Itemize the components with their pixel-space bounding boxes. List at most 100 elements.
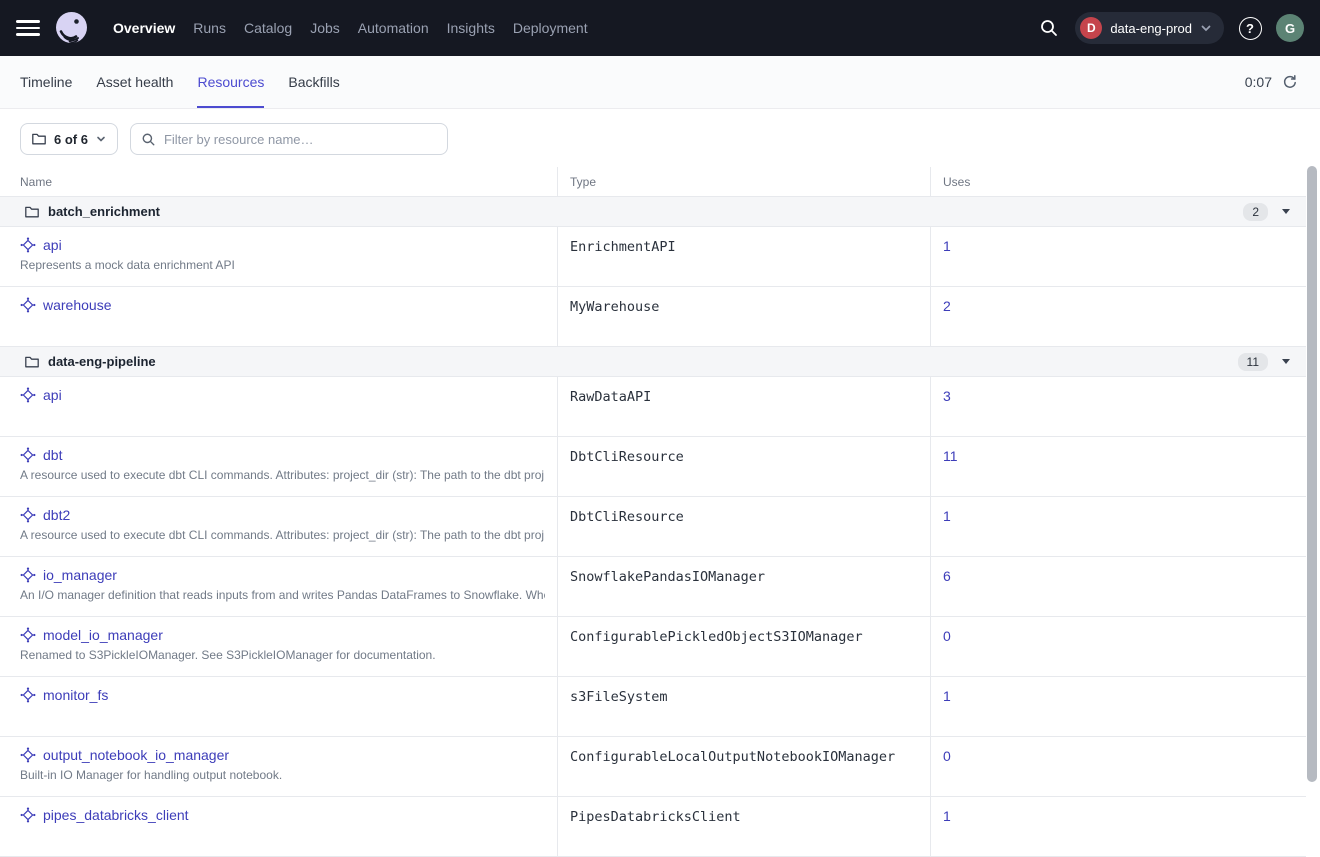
group-count-dropdown[interactable]: 6 of 6 xyxy=(20,123,118,155)
resource-table: Name Type Uses batch_enrichment2api Repre… xyxy=(0,167,1306,857)
uses-cell: 1 xyxy=(930,677,1306,736)
collapse-caret-icon[interactable] xyxy=(1282,209,1290,214)
uses-cell: 0 xyxy=(930,737,1306,796)
group-row-right: 2 xyxy=(1243,203,1290,221)
nav-item-deployment[interactable]: Deployment xyxy=(504,14,597,42)
resource-name-link[interactable]: monitor_fs xyxy=(43,687,108,703)
group-row-right: 11 xyxy=(1238,353,1290,371)
table-row: output_notebook_io_manager Built-in IO Ma… xyxy=(0,737,1306,797)
uses-cell: 6 xyxy=(930,557,1306,616)
resource-name-link[interactable]: output_notebook_io_manager xyxy=(43,747,229,763)
resource-icon xyxy=(20,627,36,643)
name-cell: output_notebook_io_manager Built-in IO Ma… xyxy=(0,737,557,796)
table-row: api RawDataAPI 3 xyxy=(0,377,1306,437)
resource-name-link[interactable]: io_manager xyxy=(43,567,117,583)
resource-type: ConfigurablePickledObjectS3IOManager xyxy=(570,629,863,645)
resource-type: RawDataAPI xyxy=(570,389,651,405)
resource-name-link[interactable]: api xyxy=(43,387,62,403)
resource-name-link[interactable]: warehouse xyxy=(43,297,112,313)
menu-icon[interactable] xyxy=(16,16,40,40)
type-cell: MyWarehouse xyxy=(557,287,930,346)
tab-timeline[interactable]: Timeline xyxy=(20,56,72,108)
resource-name-line: dbt xyxy=(20,447,545,463)
dagster-logo-icon[interactable] xyxy=(53,10,90,47)
uses-cell: 1 xyxy=(930,497,1306,556)
nav-item-insights[interactable]: Insights xyxy=(438,14,504,42)
user-avatar[interactable]: G xyxy=(1276,14,1304,42)
chevron-down-icon xyxy=(1200,22,1212,34)
table-row: pipes_databricks_client PipesDatabricksCl… xyxy=(0,797,1306,857)
uses-count-link[interactable]: 6 xyxy=(943,568,951,584)
uses-count-link[interactable]: 1 xyxy=(943,238,951,254)
resource-icon xyxy=(20,687,36,703)
resource-icon xyxy=(20,387,36,403)
nav-item-automation[interactable]: Automation xyxy=(349,14,438,42)
type-cell: ConfigurablePickledObjectS3IOManager xyxy=(557,617,930,676)
table-row: dbt2A resource used to execute dbt CLI c… xyxy=(0,497,1306,557)
column-header-name: Name xyxy=(0,167,557,196)
table-row: io_managerAn I/O manager definition that… xyxy=(0,557,1306,617)
resource-icon xyxy=(20,807,36,823)
name-cell: io_managerAn I/O manager definition that… xyxy=(0,557,557,616)
refresh-icon[interactable] xyxy=(1280,72,1300,92)
group-row[interactable]: data-eng-pipeline11 xyxy=(0,347,1306,377)
workspace-switcher[interactable]: D data-eng-prod xyxy=(1075,12,1224,44)
uses-count-link[interactable]: 1 xyxy=(943,508,951,524)
table-header: Name Type Uses xyxy=(0,167,1306,197)
type-cell: PipesDatabricksClient xyxy=(557,797,930,856)
resource-name-link[interactable]: model_io_manager xyxy=(43,627,163,643)
uses-count-link[interactable]: 0 xyxy=(943,628,951,644)
table-row: api Represents a mock data enrichment API… xyxy=(0,227,1306,287)
refresh-timer: 0:07 xyxy=(1245,74,1272,90)
resource-type: MyWarehouse xyxy=(570,299,659,315)
resource-table-body: batch_enrichment2api Represents a mock da… xyxy=(0,197,1306,857)
resource-name-line: io_manager xyxy=(20,567,545,583)
name-cell: api xyxy=(0,377,557,436)
group-count-badge: 2 xyxy=(1243,203,1268,221)
resource-icon xyxy=(20,507,36,523)
help-icon[interactable]: ? xyxy=(1237,15,1263,41)
filter-bar: 6 of 6 xyxy=(0,109,1320,167)
uses-count-link[interactable]: 11 xyxy=(943,448,958,464)
resource-search-input[interactable] xyxy=(164,132,437,147)
table-row: monitor_fss3FileSystem1 xyxy=(0,677,1306,737)
nav-item-catalog[interactable]: Catalog xyxy=(235,14,301,42)
type-cell: EnrichmentAPI xyxy=(557,227,930,286)
chevron-down-icon xyxy=(95,133,107,145)
name-cell: monitor_fs xyxy=(0,677,557,736)
resource-name-line: warehouse xyxy=(20,297,545,313)
tab-backfills[interactable]: Backfills xyxy=(288,56,339,108)
group-count-badge: 11 xyxy=(1238,353,1268,371)
collapse-caret-icon[interactable] xyxy=(1282,359,1290,364)
uses-count-link[interactable]: 2 xyxy=(943,298,951,314)
uses-cell: 3 xyxy=(930,377,1306,436)
uses-count-link[interactable]: 0 xyxy=(943,748,951,764)
name-cell: model_io_manager Renamed to S3PickleIOMan… xyxy=(0,617,557,676)
nav-links: OverviewRunsCatalogJobsAutomationInsight… xyxy=(104,14,597,42)
resource-name-link[interactable]: pipes_databricks_client xyxy=(43,807,189,823)
resource-name-link[interactable]: api xyxy=(43,237,62,253)
resource-search xyxy=(130,123,448,155)
resource-description: Renamed to S3PickleIOManager. See S3Pick… xyxy=(20,648,545,662)
resource-description: Represents a mock data enrichment API xyxy=(20,258,545,272)
vertical-scrollbar[interactable] xyxy=(1307,166,1317,782)
resource-name-link[interactable]: dbt2 xyxy=(43,507,70,523)
uses-count-link[interactable]: 1 xyxy=(943,688,951,704)
name-cell: api Represents a mock data enrichment API xyxy=(0,227,557,286)
resource-icon xyxy=(20,447,36,463)
resource-description: Built-in IO Manager for handling output … xyxy=(20,768,545,782)
uses-cell: 1 xyxy=(930,227,1306,286)
resource-name-line: api xyxy=(20,387,545,403)
search-icon[interactable] xyxy=(1036,15,1062,41)
nav-item-runs[interactable]: Runs xyxy=(184,14,235,42)
tab-asset-health[interactable]: Asset health xyxy=(96,56,173,108)
nav-item-overview[interactable]: Overview xyxy=(104,14,184,42)
group-row[interactable]: batch_enrichment2 xyxy=(0,197,1306,227)
name-cell: pipes_databricks_client xyxy=(0,797,557,856)
nav-item-jobs[interactable]: Jobs xyxy=(301,14,349,42)
uses-count-link[interactable]: 3 xyxy=(943,388,951,404)
tab-resources[interactable]: Resources xyxy=(197,56,264,108)
uses-count-link[interactable]: 1 xyxy=(943,808,951,824)
name-cell: dbtA resource used to execute dbt CLI co… xyxy=(0,437,557,496)
resource-name-link[interactable]: dbt xyxy=(43,447,62,463)
